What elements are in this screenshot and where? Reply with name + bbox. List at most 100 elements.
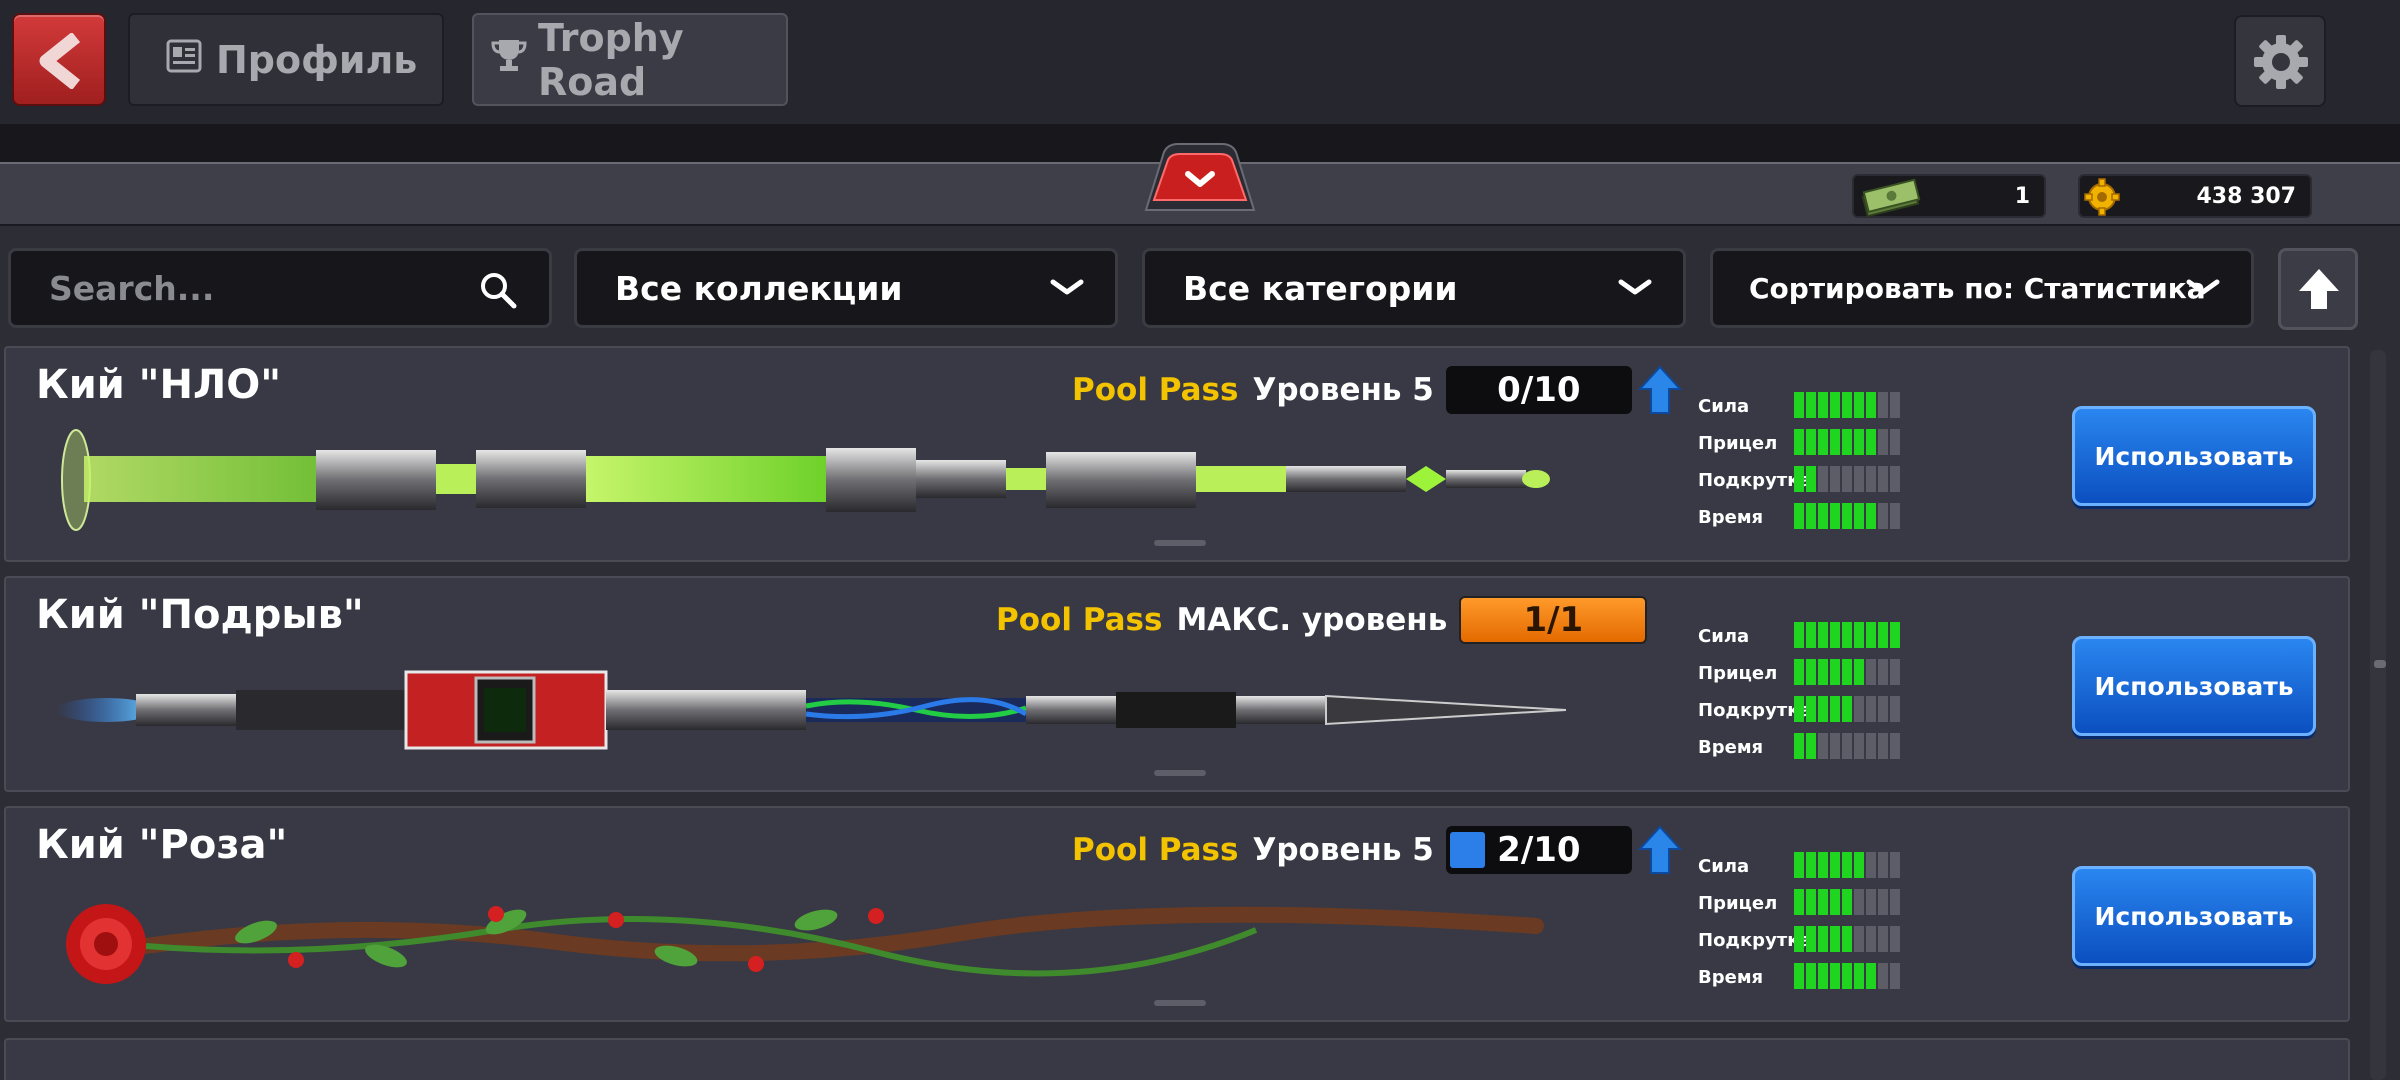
sort-select[interactable]: Сортировать по: Статистика — [1710, 248, 2254, 328]
stat-segment — [1794, 503, 1804, 529]
stat-segment — [1794, 733, 1804, 759]
cue-name: Кий "НЛО" — [36, 362, 282, 408]
stat-segment — [1854, 392, 1864, 418]
list-scroll-thumb[interactable] — [2374, 660, 2386, 668]
stat-segment — [1866, 429, 1876, 455]
stat-bar — [1794, 926, 1900, 952]
category-select[interactable]: Все категории — [1142, 248, 1686, 328]
stat-label: Сила — [1698, 856, 1750, 877]
collection-select-value: Все коллекции — [615, 268, 903, 308]
stat-segment — [1890, 733, 1900, 759]
stat-segment — [1854, 429, 1864, 455]
cue-card-next-partial[interactable] — [4, 1038, 2350, 1080]
stat-segment — [1830, 466, 1840, 492]
stat-segment — [1806, 696, 1816, 722]
pool-pass-label: Pool Pass — [1072, 832, 1239, 868]
cue-card-ufo[interactable]: Кий "НЛО" Pool Pass Уровень 5 0/10 Сила — [4, 346, 2350, 562]
cue-image-ufo — [61, 429, 1550, 531]
stat-segment — [1818, 733, 1828, 759]
list-scrollbar[interactable] — [2370, 350, 2386, 1080]
upgrade-arrow-icon[interactable] — [1637, 825, 1682, 875]
category-select-value: Все категории — [1183, 268, 1458, 308]
stat-segment — [1854, 622, 1864, 648]
coins-amount: 438 307 — [2196, 183, 2296, 209]
stat-row: Прицел — [1698, 655, 1938, 692]
trophy-icon — [490, 37, 528, 82]
stat-segment — [1818, 963, 1828, 989]
collection-select[interactable]: Все коллекции — [574, 248, 1118, 328]
stat-segment — [1878, 963, 1888, 989]
stat-segment — [1794, 852, 1804, 878]
cash-amount: 1 — [2014, 183, 2030, 209]
coin-icon — [2084, 178, 2120, 216]
cue-level-label: Уровень 5 — [1252, 832, 1434, 868]
sort-direction-button[interactable] — [2278, 248, 2358, 330]
upgrade-arrow-icon[interactable] — [1637, 365, 1682, 415]
stat-segment — [1806, 733, 1816, 759]
profile-card-icon — [166, 38, 202, 82]
chevron-down-icon — [1050, 279, 1084, 295]
stat-segment — [1842, 926, 1852, 952]
cue-card-rose[interactable]: Кий "Роза" Pool Pass Уровень 5 2/10 Сила… — [4, 806, 2350, 1022]
stat-row: Время — [1698, 729, 1938, 766]
stat-segment — [1830, 852, 1840, 878]
stat-segment — [1890, 392, 1900, 418]
search-icon[interactable] — [477, 269, 519, 311]
use-cue-button[interactable]: Использовать — [2072, 866, 2316, 966]
stat-segment — [1854, 503, 1864, 529]
gear-icon — [2254, 35, 2308, 89]
stat-segment — [1806, 659, 1816, 685]
stat-segment — [1842, 429, 1852, 455]
cue-level-label: Уровень 5 — [1252, 372, 1434, 408]
stat-segment — [1830, 696, 1840, 722]
stat-segment — [1866, 926, 1876, 952]
arrow-up-icon — [2299, 269, 2339, 309]
top-bar: Профиль Trophy Road — [0, 0, 2400, 124]
use-cue-button[interactable]: Использовать — [2072, 636, 2316, 736]
tab-trophy-road[interactable]: Trophy Road — [472, 13, 788, 106]
card-drag-handle — [1154, 540, 1206, 546]
stat-label: Прицел — [1698, 893, 1778, 914]
back-button[interactable] — [12, 13, 106, 106]
stat-segment — [1806, 622, 1816, 648]
stat-segment — [1842, 852, 1852, 878]
stat-segment — [1866, 659, 1876, 685]
stat-segment — [1842, 733, 1852, 759]
collapse-header-button[interactable] — [1138, 140, 1262, 212]
card-drag-handle — [1154, 770, 1206, 776]
cue-progress-bar: 2/10 — [1445, 826, 1632, 874]
stat-segment — [1890, 429, 1900, 455]
tab-profile[interactable]: Профиль — [128, 13, 444, 106]
stat-segment — [1806, 963, 1816, 989]
stat-segment — [1842, 622, 1852, 648]
pool-pass-label: Pool Pass — [996, 602, 1163, 638]
stat-bar — [1794, 852, 1900, 878]
stat-segment — [1842, 466, 1852, 492]
stat-segment — [1890, 852, 1900, 878]
stat-segment — [1854, 963, 1864, 989]
cue-card-blast[interactable]: Кий "Подрыв" Pool Pass МАКС. уровень 1/1… — [4, 576, 2350, 792]
stat-segment — [1830, 392, 1840, 418]
stat-segment — [1842, 696, 1852, 722]
stat-segment — [1878, 926, 1888, 952]
cue-progress-text: 1/1 — [1523, 600, 1584, 640]
cue-level-info: Pool Pass Уровень 5 0/10 — [1072, 365, 1682, 415]
stat-bar — [1794, 659, 1900, 685]
cash-counter[interactable]: 1 — [1852, 174, 2046, 218]
stat-segment — [1794, 429, 1804, 455]
coins-counter[interactable]: 438 307 — [2078, 174, 2312, 218]
search-input[interactable]: Search... — [8, 248, 552, 328]
sort-select-value: Сортировать по: Статистика — [1749, 271, 2206, 305]
stat-label: Время — [1698, 737, 1764, 758]
stat-segment — [1890, 963, 1900, 989]
cue-progress-text: 0/10 — [1497, 370, 1581, 410]
stat-segment — [1842, 503, 1852, 529]
stat-row: Подкрутка — [1698, 922, 1938, 959]
settings-button[interactable] — [2234, 15, 2326, 107]
stat-segment — [1866, 852, 1876, 878]
stat-row: Время — [1698, 959, 1938, 996]
use-cue-button[interactable]: Использовать — [2072, 406, 2316, 506]
stat-bar — [1794, 733, 1900, 759]
stat-segment — [1806, 503, 1816, 529]
stat-segment — [1878, 392, 1888, 418]
